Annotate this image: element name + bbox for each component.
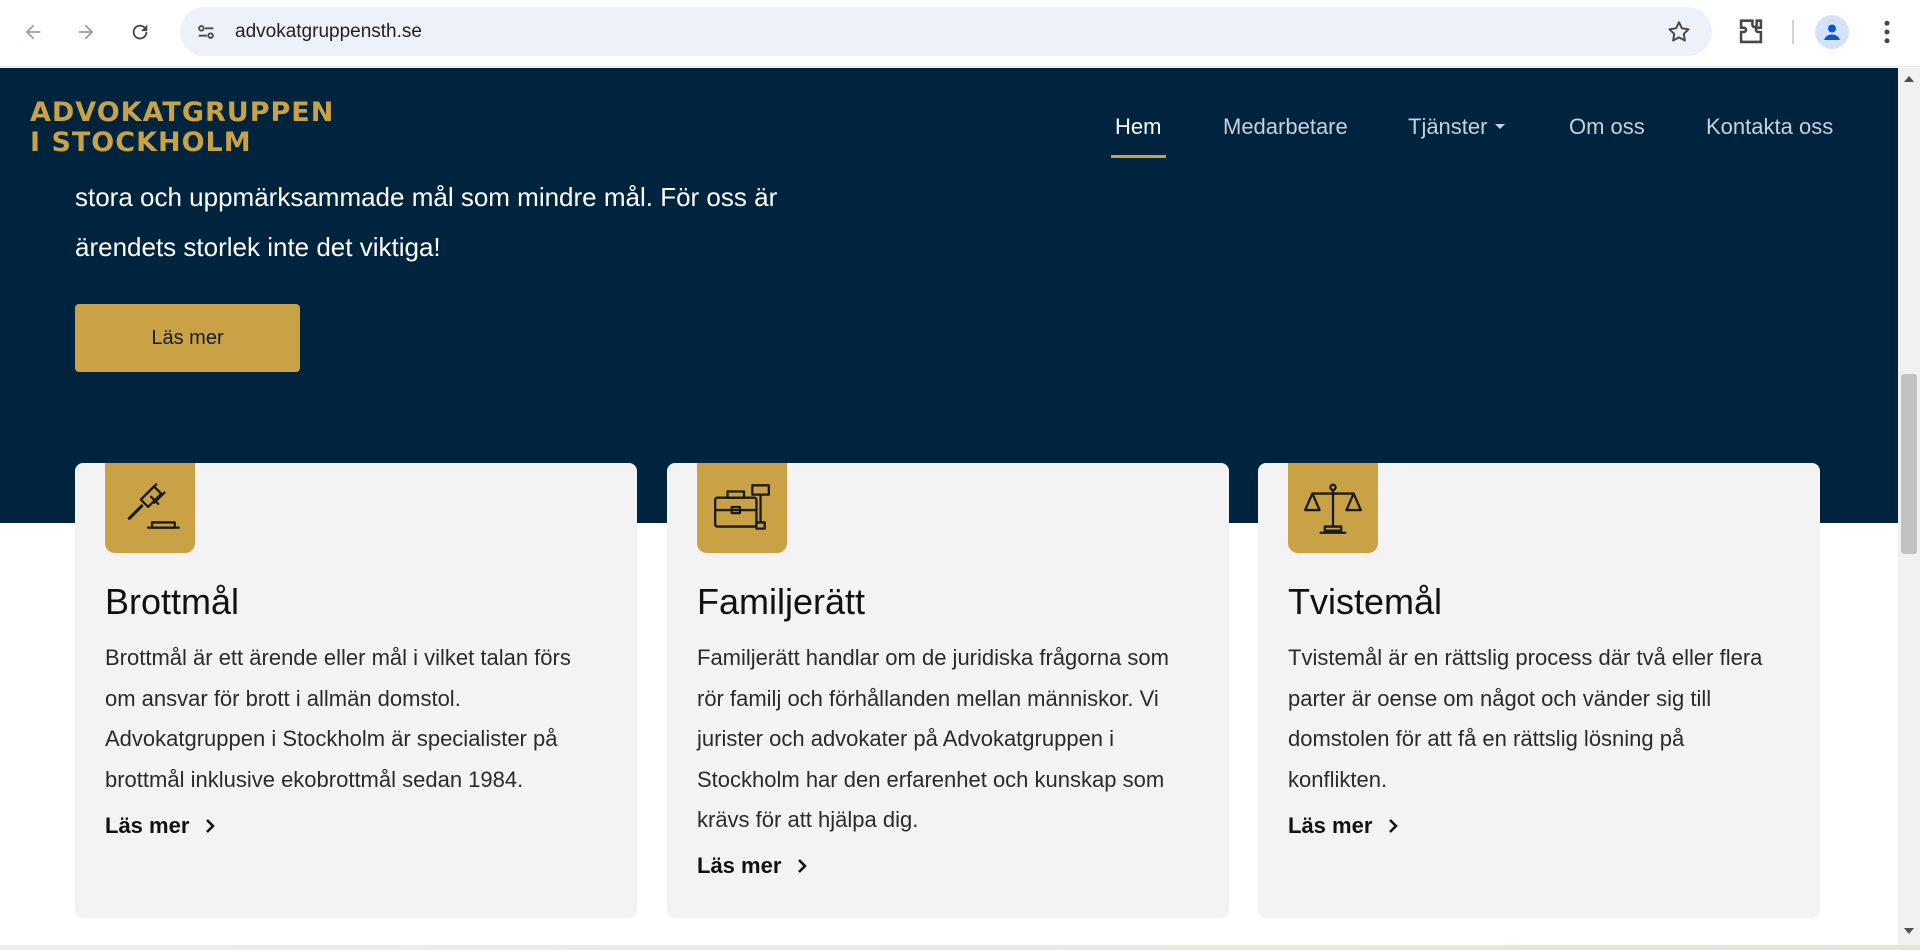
back-icon[interactable] bbox=[15, 14, 51, 50]
toolbar-divider bbox=[1792, 20, 1794, 44]
scrollbar-thumb[interactable] bbox=[1901, 374, 1917, 554]
service-card-tvistemal: Tvistemål Tvistemål är en rättslig proce… bbox=[1258, 463, 1820, 918]
scroll-down-icon[interactable] bbox=[1903, 926, 1915, 936]
hero-text: stora och uppmärksammade mål som mindre … bbox=[75, 172, 835, 272]
card-title: Brottmål bbox=[105, 581, 240, 622]
service-card-brottmal: Brottmål Brottmål är ett ärende eller må… bbox=[75, 463, 637, 918]
site-logo[interactable]: ADVOKATGRUPPEN I STOCKHOLM bbox=[30, 98, 334, 158]
page-scrollbar[interactable] bbox=[1898, 68, 1920, 945]
site-info-icon[interactable] bbox=[192, 18, 220, 46]
hero-read-more-button[interactable]: Läs mer bbox=[75, 304, 300, 372]
nav-active-indicator bbox=[1111, 155, 1166, 158]
profile-icon[interactable] bbox=[1815, 15, 1849, 49]
logo-line2: I STOCKHOLM bbox=[30, 127, 252, 158]
nav-item-hem[interactable]: Hem bbox=[1115, 114, 1161, 140]
card-title: Familjerätt bbox=[697, 581, 866, 622]
nav-item-om-oss[interactable]: Om oss bbox=[1569, 114, 1645, 140]
bottom-edge bbox=[0, 945, 1920, 950]
card-description: Brottmål är ett ärende eller mål i vilke… bbox=[105, 645, 571, 792]
card-title: Tvistemål bbox=[1288, 581, 1443, 622]
card-read-more-label: Läs mer bbox=[1288, 813, 1373, 838]
chevron-down-icon bbox=[1495, 124, 1506, 130]
reload-icon[interactable] bbox=[122, 14, 158, 50]
hero-text-line1: stora och uppmärksammade mål som mindre … bbox=[75, 182, 778, 212]
nav-item-tjanster[interactable]: Tjänster bbox=[1408, 114, 1506, 140]
menu-icon[interactable] bbox=[1872, 16, 1902, 48]
card-description: Familjerätt handlar om de juridiska fråg… bbox=[697, 645, 1169, 832]
chevron-right-icon bbox=[206, 819, 216, 833]
scales-icon bbox=[1288, 463, 1378, 553]
logo-line1: ADVOKATGRUPPEN bbox=[30, 97, 335, 128]
service-card-familjeratt: Familjerätt Familjerätt handlar om de ju… bbox=[667, 463, 1229, 918]
briefcase-gavel-icon bbox=[697, 463, 787, 553]
card-description: Tvistemål är en rättslig process där två… bbox=[1288, 645, 1763, 792]
address-bar[interactable]: advokatgruppensth.se bbox=[180, 7, 1712, 56]
forward-icon[interactable] bbox=[68, 14, 104, 50]
bookmark-star-icon[interactable] bbox=[1666, 19, 1692, 45]
nav-item-tjanster-label: Tjänster bbox=[1408, 114, 1488, 139]
card-read-more-link[interactable]: Läs mer bbox=[1288, 813, 1400, 839]
site-header: ADVOKATGRUPPEN I STOCKHOLM Hem Medarbeta… bbox=[0, 68, 1898, 178]
chevron-right-icon bbox=[798, 859, 808, 873]
gavel-icon bbox=[105, 463, 195, 553]
browser-toolbar: advokatgruppensth.se bbox=[0, 0, 1920, 67]
hero-text-line2: ärendets storlek inte det viktiga! bbox=[75, 232, 441, 262]
chevron-right-icon bbox=[1389, 819, 1399, 833]
scroll-up-icon[interactable] bbox=[1903, 74, 1915, 84]
nav-item-medarbetare[interactable]: Medarbetare bbox=[1223, 114, 1348, 140]
card-read-more-link[interactable]: Läs mer bbox=[105, 813, 217, 839]
card-read-more-label: Läs mer bbox=[105, 813, 190, 838]
extensions-icon[interactable] bbox=[1734, 15, 1768, 49]
card-read-more-label: Läs mer bbox=[697, 853, 782, 878]
url-text[interactable]: advokatgruppensth.se bbox=[235, 21, 422, 43]
page-viewport: stora och uppmärksammade mål som mindre … bbox=[0, 68, 1898, 945]
nav-item-kontakta-oss[interactable]: Kontakta oss bbox=[1706, 114, 1833, 140]
card-read-more-link[interactable]: Läs mer bbox=[697, 853, 809, 879]
